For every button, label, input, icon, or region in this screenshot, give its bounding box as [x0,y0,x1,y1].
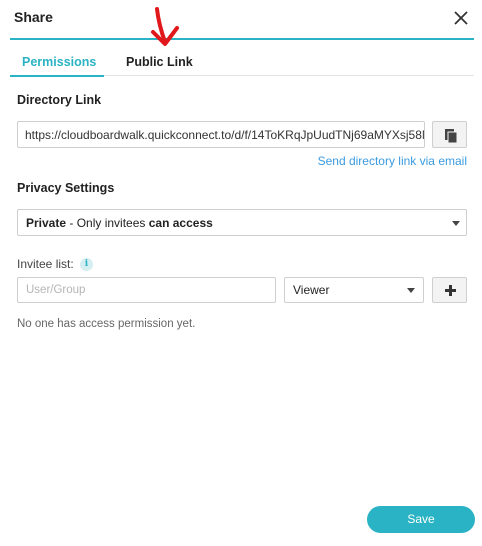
save-button[interactable]: Save [367,506,475,533]
add-invitee-button[interactable] [432,277,467,303]
send-directory-link-email[interactable]: Send directory link via email [318,154,467,168]
directory-link-heading: Directory Link [17,93,102,107]
directory-link-field[interactable]: https://cloudboardwalk.quickconnect.to/d… [17,121,425,148]
active-tab-indicator [10,75,104,77]
copy-link-button[interactable] [432,121,467,148]
dialog-header: Share [0,0,482,40]
user-group-input[interactable] [17,277,276,303]
privacy-dropdown[interactable]: Private - Only invitees can access [17,209,467,236]
chevron-down-icon [407,288,415,293]
privacy-selected-bold: Private [26,216,67,230]
header-divider [10,38,474,40]
copy-icon [445,129,458,144]
privacy-selected-text: - Only invitees [66,216,149,230]
tab-public-link[interactable]: Public Link [126,55,193,69]
red-arrow-annotation [151,7,179,46]
tab-permissions[interactable]: Permissions [22,55,96,69]
tab-bar: Permissions Public Link [10,50,474,76]
role-dropdown[interactable]: Viewer [284,277,424,303]
empty-invitee-message: No one has access permission yet. [17,318,196,330]
privacy-selected-bold-end: can access [148,216,213,230]
info-icon[interactable]: i [80,258,93,271]
close-icon[interactable] [452,9,470,27]
chevron-down-icon [452,221,460,226]
privacy-settings-heading: Privacy Settings [17,181,115,195]
role-selected: Viewer [293,283,330,297]
dialog-title: Share [14,9,53,25]
invitee-list-label: Invitee list: [17,257,74,271]
